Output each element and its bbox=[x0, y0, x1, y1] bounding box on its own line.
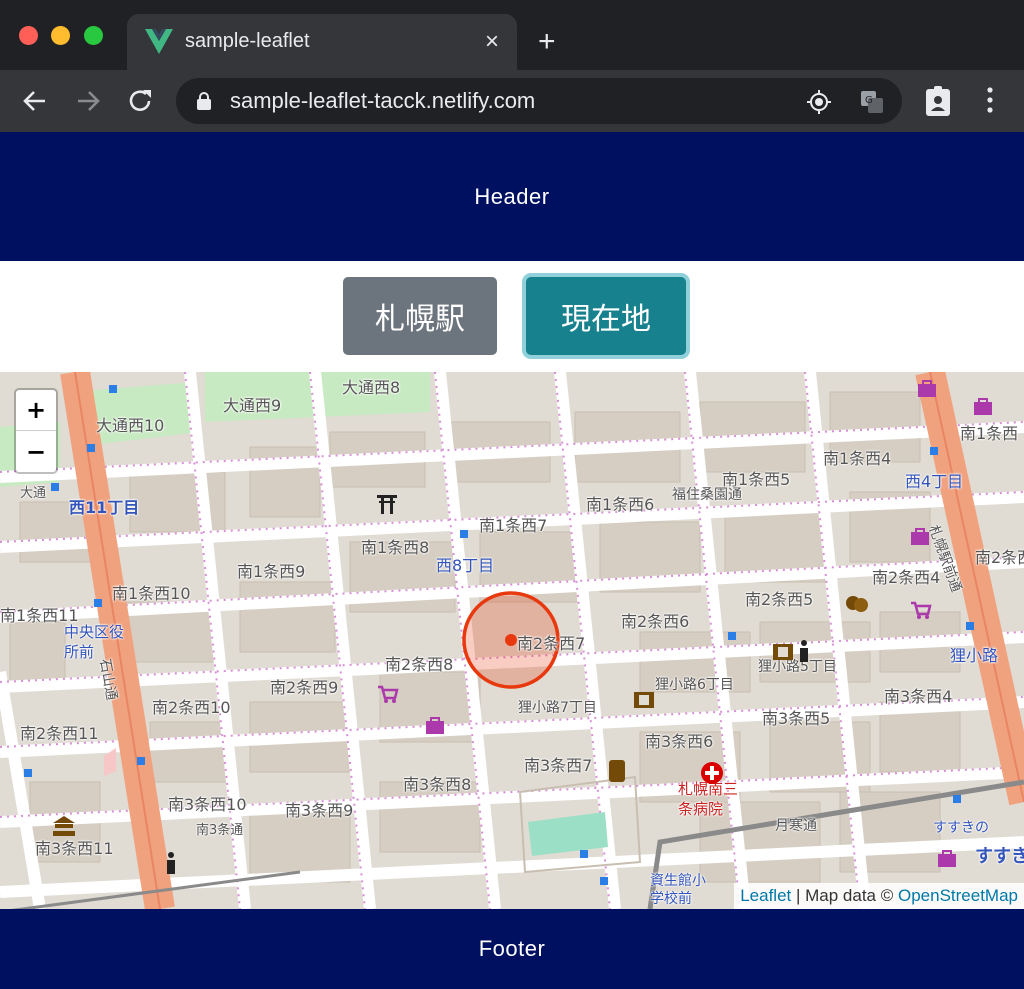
back-icon[interactable] bbox=[20, 86, 50, 116]
leaflet-map[interactable]: 大通西8 大通西9 大通西10 西11丁目 南1条西4 南1条西5 南1条西6 … bbox=[0, 372, 1024, 909]
map-label: 南3条西4 bbox=[884, 687, 953, 706]
map-label: 南2条西9 bbox=[270, 678, 339, 697]
map-label: 大通西8 bbox=[342, 378, 401, 397]
map-label: 大通西9 bbox=[223, 396, 282, 415]
map-label: すすき bbox=[975, 846, 1024, 867]
lock-icon bbox=[197, 92, 211, 110]
svg-text:G: G bbox=[865, 95, 873, 106]
openstreetmap-link[interactable]: OpenStreetMap bbox=[898, 886, 1018, 906]
map-label: 中央区役所前 bbox=[64, 623, 125, 661]
tab-strip: sample-leaflet × + bbox=[0, 0, 1024, 70]
map-label: 南1条西8 bbox=[361, 538, 430, 557]
map-label: 南3条西11 bbox=[35, 839, 114, 858]
map-label: 月寒通 bbox=[775, 818, 817, 834]
map-label: 南2条西5 bbox=[745, 590, 814, 609]
cinema-icon bbox=[773, 644, 793, 660]
map-label: 南3条通 bbox=[196, 823, 244, 838]
menu-kebab-icon[interactable] bbox=[985, 85, 995, 115]
map-label: 南2条西 bbox=[975, 548, 1024, 567]
info-icon bbox=[167, 852, 175, 874]
header-text: Header bbox=[474, 183, 550, 209]
translate-icon[interactable]: G bbox=[859, 89, 885, 115]
close-window-button[interactable] bbox=[19, 26, 38, 45]
shop-bag-icon bbox=[911, 528, 929, 545]
map-label: 狸小路6丁目 bbox=[655, 677, 734, 693]
page-footer: Footer bbox=[0, 909, 1024, 989]
button-row: 札幌駅 現在地 bbox=[0, 261, 1024, 372]
map-label: 南3条西6 bbox=[645, 732, 714, 751]
sapporo-station-button[interactable]: 札幌駅 bbox=[343, 277, 497, 355]
theatre-icon bbox=[846, 596, 868, 612]
map-label: 狸小路 bbox=[950, 646, 999, 665]
vue-logo-icon bbox=[145, 29, 173, 54]
map-label: 南2条西8 bbox=[385, 655, 454, 674]
map-label: 南1条西 bbox=[960, 424, 1019, 443]
map-label: 南1条西10 bbox=[112, 584, 191, 603]
police-icon bbox=[53, 816, 75, 836]
url-text: sample-leaflet-tacck.netlify.com bbox=[230, 88, 536, 113]
browser-toolbar: sample-leaflet-tacck.netlify.com G bbox=[0, 70, 1024, 132]
zoom-in-button[interactable]: + bbox=[16, 390, 56, 431]
shop-bag-icon bbox=[938, 850, 956, 867]
map-label: 南2条西4 bbox=[872, 568, 941, 587]
minimize-window-button[interactable] bbox=[51, 26, 70, 45]
close-tab-icon[interactable]: × bbox=[485, 30, 499, 54]
map-label: 西8丁目 bbox=[436, 556, 495, 575]
map-label: 福住桑園通 bbox=[672, 487, 742, 503]
map-label: 大通西10 bbox=[96, 416, 165, 435]
location-icon[interactable] bbox=[806, 89, 832, 115]
attribution-text: | Map data © bbox=[791, 886, 898, 905]
map-label: 南3条西10 bbox=[168, 795, 247, 814]
info-icon bbox=[800, 640, 808, 662]
map-label: 南1条西9 bbox=[237, 562, 306, 581]
shrine-icon bbox=[377, 495, 397, 514]
zoom-out-button[interactable]: − bbox=[16, 431, 56, 472]
hospital-icon bbox=[701, 762, 723, 784]
shop-bag-icon bbox=[918, 380, 936, 397]
leaflet-link[interactable]: Leaflet bbox=[740, 886, 791, 906]
map-label: 狸小路7丁目 bbox=[518, 700, 597, 716]
map-label: 南1条西6 bbox=[586, 495, 655, 514]
current-location-button[interactable]: 現在地 bbox=[526, 277, 686, 355]
map-label: 資生館小学校前 bbox=[650, 873, 706, 907]
forward-icon[interactable] bbox=[73, 86, 103, 116]
shopping-cart-icon bbox=[911, 601, 932, 619]
address-bar[interactable]: sample-leaflet-tacck.netlify.com G bbox=[176, 78, 902, 124]
map-label: 西11丁目 bbox=[69, 498, 140, 517]
map-label: 南1条西4 bbox=[823, 449, 892, 468]
profile-icon[interactable] bbox=[925, 85, 951, 117]
reload-icon[interactable] bbox=[125, 86, 155, 116]
footer-text: Footer bbox=[478, 936, 546, 961]
map-attribution: Leaflet | Map data © OpenStreetMap bbox=[734, 883, 1024, 909]
map-label: 南2条西6 bbox=[621, 612, 690, 631]
browser-tab[interactable]: sample-leaflet × bbox=[127, 14, 517, 70]
maximize-window-button[interactable] bbox=[84, 26, 103, 45]
page-header: Header bbox=[0, 132, 1024, 261]
map-label: 南3条西5 bbox=[762, 709, 831, 728]
location-marker[interactable] bbox=[505, 634, 517, 646]
cinema-icon bbox=[634, 692, 654, 708]
new-tab-button[interactable]: + bbox=[538, 27, 556, 57]
map-label: 西4丁目 bbox=[905, 472, 964, 491]
tab-title: sample-leaflet bbox=[185, 30, 310, 52]
map-label: 南2条西7 bbox=[517, 634, 586, 653]
map-label: 南2条西10 bbox=[152, 698, 231, 717]
page-viewport: Header 札幌駅 現在地 大通西8 大通西9 大通西10 西11丁目 南1条… bbox=[0, 132, 1024, 989]
shop-bag-icon bbox=[426, 717, 444, 734]
map-label: 南3条西9 bbox=[285, 801, 354, 820]
map-label: 南2条西11 bbox=[20, 724, 99, 743]
map-label: 札幌南三条病院 bbox=[678, 780, 739, 818]
map-label: すすきの bbox=[933, 820, 989, 836]
map-label: 大通 bbox=[20, 486, 47, 501]
shop-bag-icon bbox=[974, 398, 992, 415]
shopping-cart-icon bbox=[378, 685, 399, 703]
map-label: 南3条西7 bbox=[524, 756, 593, 775]
bank-icon bbox=[609, 760, 625, 782]
map-label: 南1条西7 bbox=[479, 516, 548, 535]
zoom-control: + − bbox=[14, 388, 58, 474]
map-label: 南3条西8 bbox=[403, 775, 472, 794]
